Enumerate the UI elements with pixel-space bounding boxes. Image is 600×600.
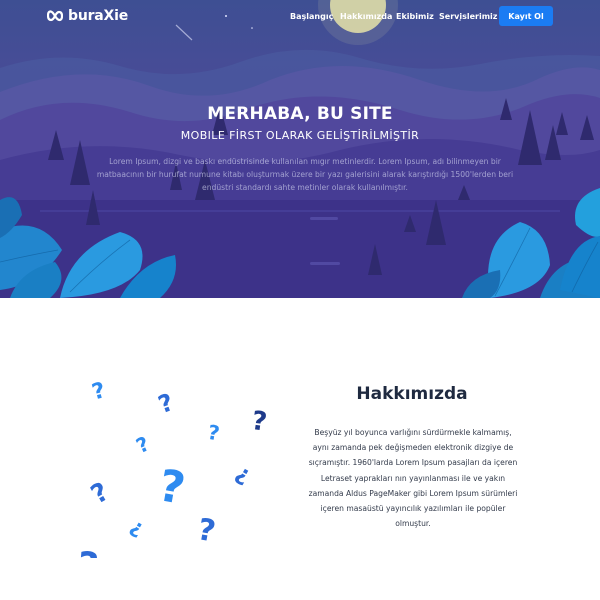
brand-logo[interactable]: buraXie — [47, 7, 128, 25]
svg-text:?: ? — [155, 388, 178, 419]
signup-button[interactable]: Kayıt Ol — [499, 6, 553, 26]
svg-text:?: ? — [155, 460, 189, 515]
svg-text:?: ? — [250, 406, 269, 438]
hero-subtitle: MOBILE FİRST OLARAK GELİŞTİRİLMİŞTİR — [180, 129, 420, 142]
svg-text:?: ? — [231, 461, 255, 489]
svg-text:?: ? — [166, 554, 182, 558]
svg-text:?: ? — [223, 552, 256, 558]
question-marks-icon: ? ? ? ? ? ? ? ? ? ? ? ? ? — [76, 378, 269, 558]
nav-link-about[interactable]: Hakkımızda — [340, 12, 392, 21]
about-section: ? ? ? ? ? ? ? ? ? ? ? ? ? Hakkımızda Beş… — [0, 298, 600, 600]
hero-section: buraXie Başlangıç Hakkımızda Ekibimiz Se… — [0, 0, 600, 298]
brand-name: buraXie — [68, 8, 129, 24]
navbar: buraXie Başlangıç Hakkımızda Ekibimiz Se… — [0, 0, 600, 34]
svg-text:?: ? — [86, 477, 114, 511]
svg-text:?: ? — [76, 545, 100, 558]
hero-illustration — [0, 0, 600, 298]
hero-description: Lorem Ipsum, dizgi ve baskı endüstrisind… — [96, 157, 514, 192]
infinity-logo-icon — [47, 10, 63, 22]
about-text: Beşyüz yıl boyunca varlığını sürdürmekle… — [308, 428, 518, 529]
svg-text:?: ? — [195, 512, 218, 549]
nav-link-services[interactable]: Servislerimiz — [439, 12, 497, 21]
svg-text:?: ? — [132, 431, 153, 458]
svg-text:?: ? — [89, 378, 108, 405]
hero-title: MERHABA, BU SITE — [207, 104, 393, 124]
svg-text:?: ? — [206, 420, 222, 446]
nav-link-home[interactable]: Başlangıç — [290, 12, 333, 21]
about-title: Hakkımızda — [356, 384, 468, 404]
svg-text:?: ? — [125, 516, 147, 543]
nav-link-team[interactable]: Ekibimiz — [396, 12, 434, 21]
